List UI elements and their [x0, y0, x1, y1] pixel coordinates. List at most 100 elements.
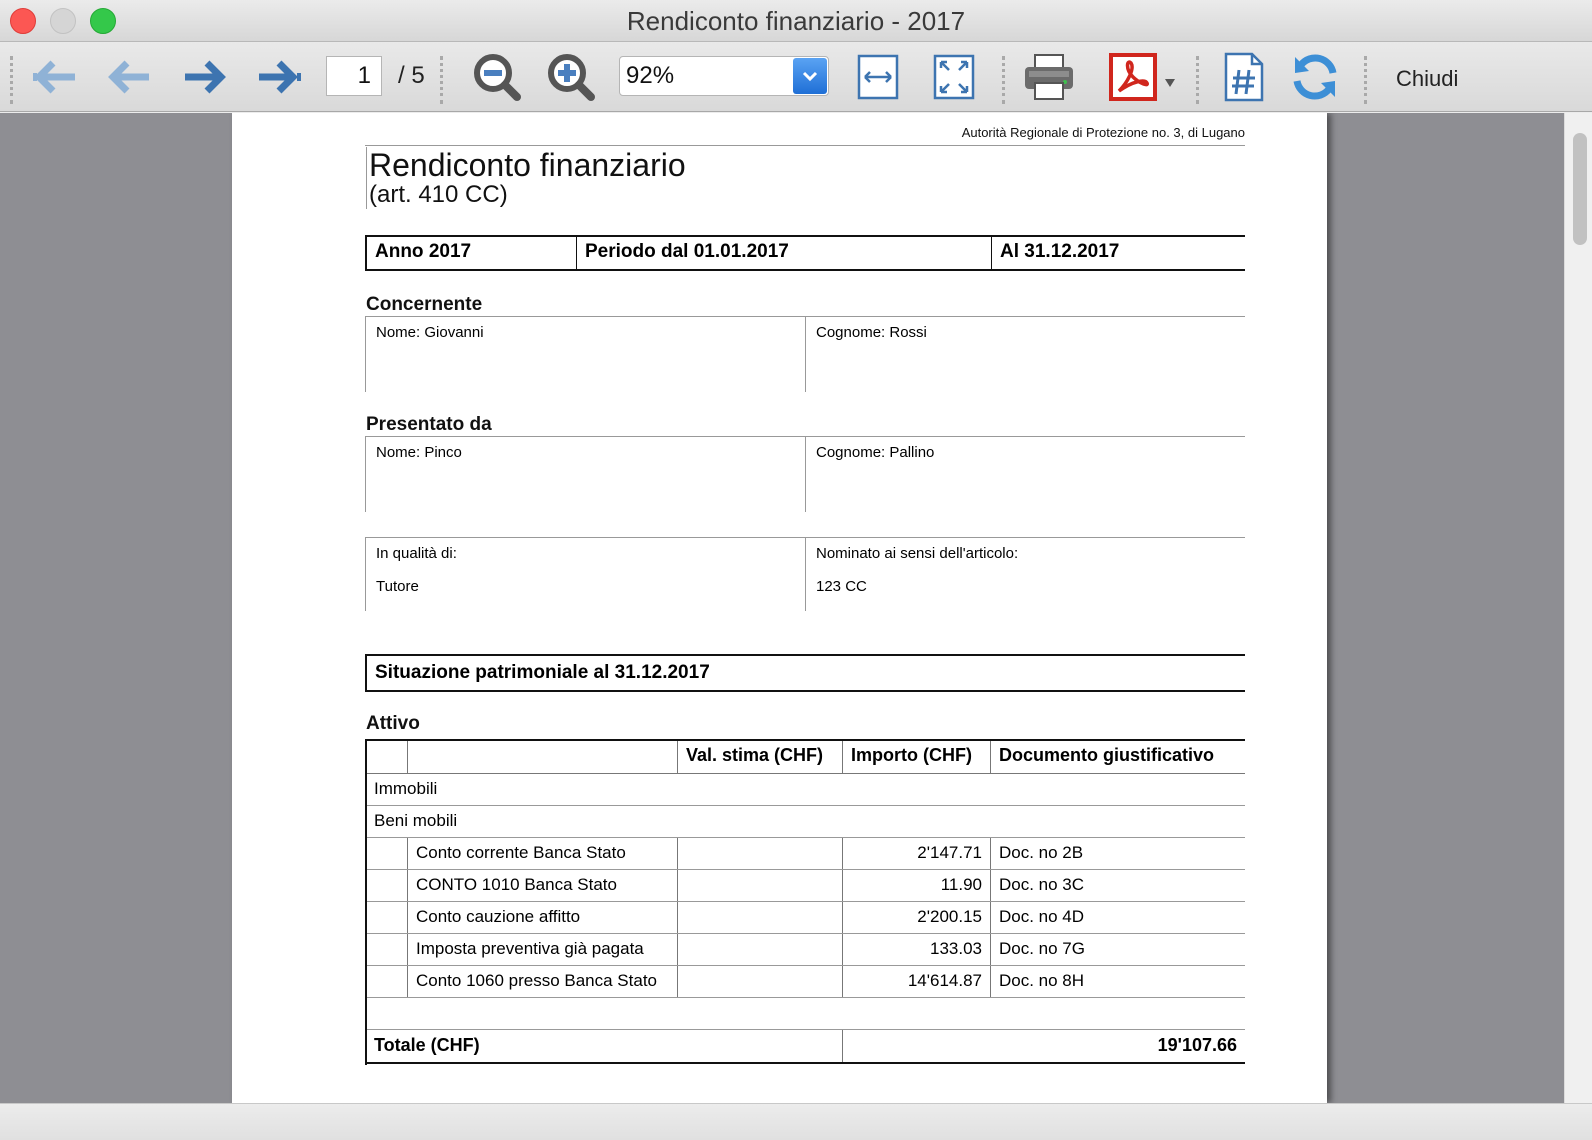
toolbar-separator: [1196, 56, 1200, 104]
qualita-grid: In qualità di: Tutore Nominato ai sensi …: [365, 537, 1245, 611]
row-doc: Doc. no 4D: [990, 901, 1245, 934]
document-page: Autorità Regionale di Protezione no. 3, …: [232, 113, 1327, 1103]
column-header: [365, 739, 408, 774]
scrollbar-thumb[interactable]: [1573, 133, 1587, 245]
refresh-button[interactable]: [1288, 52, 1342, 102]
situazione-heading: Situazione patrimoniale al 31.12.2017: [375, 662, 710, 683]
row-stima: [677, 901, 843, 934]
page-number-button[interactable]: [1222, 52, 1266, 102]
zoom-select[interactable]: 92%: [619, 56, 829, 96]
column-header-stima: Val. stima (CHF): [677, 739, 843, 774]
attivo-table: Val. stima (CHF) Importo (CHF) Documento…: [365, 739, 1245, 1064]
page-total-label: / 5: [398, 62, 425, 89]
last-page-button[interactable]: [254, 52, 306, 102]
previous-page-button[interactable]: [104, 52, 154, 102]
document-title: Rendiconto finanziario: [366, 147, 686, 183]
last-page-icon: [259, 60, 301, 94]
header-divider: [365, 145, 1245, 146]
concernente-grid: Nome: Giovanni Cognome: Rossi: [365, 316, 1245, 392]
zoom-value: 92%: [626, 62, 675, 89]
toolbar: 1 / 5 92% Chiudi: [0, 42, 1592, 112]
close-button[interactable]: Chiudi: [1396, 66, 1458, 92]
page-number-icon: [1224, 52, 1264, 102]
previous-page-icon: [108, 60, 149, 94]
qualita-col: In qualità di: Tutore: [365, 538, 805, 611]
pdf-icon: [1109, 53, 1175, 101]
concernente-nome: Nome: Giovanni: [365, 317, 805, 392]
total-row: Totale (CHF) 19'107.66: [365, 1029, 1245, 1064]
presentato-grid: Nome: Pinco Cognome: Pallino: [365, 436, 1245, 512]
table-row: Beni mobili: [365, 805, 1245, 838]
zoom-out-icon: [474, 54, 521, 101]
page-number-input[interactable]: 1: [326, 56, 382, 96]
next-page-button[interactable]: [180, 52, 230, 102]
row-stima: [677, 965, 843, 998]
period-to: Al 31.12.2017: [1000, 241, 1120, 262]
row-stima: [677, 837, 843, 870]
fit-page-icon: [933, 54, 975, 100]
category-immobili: Immobili: [365, 773, 1245, 806]
zoom-in-button[interactable]: [544, 52, 598, 102]
row-doc: Doc. no 7G: [990, 933, 1245, 966]
row-importo: 2'147.71: [842, 837, 991, 870]
column-header-documento: Documento giustificativo: [990, 739, 1245, 774]
table-row: Conto cauzione affitto 2'200.15 Doc. no …: [365, 901, 1245, 934]
zoom-in-icon: [548, 54, 595, 101]
vertical-scrollbar[interactable]: [1564, 113, 1592, 1103]
pdf-viewer-window: Rendiconto finanziario - 2017 1 / 5 92% …: [0, 0, 1592, 1140]
concernente-heading: Concernente: [366, 294, 483, 315]
row-stima: [677, 869, 843, 902]
presentato-nome: Nome: Pinco: [365, 437, 805, 512]
row-importo: 14'614.87: [842, 965, 991, 998]
column-header-importo: Importo (CHF): [842, 739, 991, 774]
table-row-empty: [365, 997, 1245, 1030]
document-subtitle: (art. 410 CC): [366, 181, 508, 209]
first-page-button[interactable]: [30, 52, 80, 102]
total-label: Totale (CHF): [365, 1029, 843, 1064]
table-row: Imposta preventiva già pagata 133.03 Doc…: [365, 933, 1245, 966]
row-desc: Conto corrente Banca Stato: [407, 837, 678, 870]
fit-width-icon: [857, 54, 899, 100]
row-desc: Conto cauzione affitto: [407, 901, 678, 934]
zoom-out-button[interactable]: [470, 52, 524, 102]
document-viewport[interactable]: Autorità Regionale di Protezione no. 3, …: [0, 113, 1592, 1103]
fit-page-button[interactable]: [932, 52, 976, 102]
refresh-icon: [1293, 54, 1337, 100]
row-importo: 2'200.15: [842, 901, 991, 934]
column-header: [407, 739, 678, 774]
export-pdf-button[interactable]: [1108, 52, 1182, 102]
print-icon: [1025, 54, 1073, 100]
chevron-down-icon[interactable]: [793, 58, 827, 94]
fit-width-button[interactable]: [856, 52, 900, 102]
period-from: Periodo dal 01.01.2017: [577, 237, 992, 269]
next-page-icon: [185, 60, 226, 94]
row-importo: 133.03: [842, 933, 991, 966]
title-bar: Rendiconto finanziario - 2017: [0, 0, 1592, 42]
attivo-heading: Attivo: [366, 713, 420, 734]
first-page-icon: [33, 60, 75, 94]
row-desc: CONTO 1010 Banca Stato: [407, 869, 678, 902]
authority-header: Autorità Regionale di Protezione no. 3, …: [961, 125, 1245, 140]
concernente-cognome: Cognome: Rossi: [805, 317, 1245, 392]
toolbar-separator: [1364, 56, 1368, 104]
table-row: Conto 1060 presso Banca Stato 14'614.87 …: [365, 965, 1245, 998]
row-doc: Doc. no 8H: [990, 965, 1245, 998]
row-doc: Doc. no 3C: [990, 869, 1245, 902]
presentato-cognome: Cognome: Pallino: [805, 437, 1245, 512]
situazione-box: Situazione patrimoniale al 31.12.2017: [365, 654, 1245, 692]
print-button[interactable]: [1022, 52, 1076, 102]
table-header-row: Val. stima (CHF) Importo (CHF) Documento…: [365, 739, 1245, 774]
toolbar-separator: [1002, 56, 1006, 104]
row-doc: Doc. no 2B: [990, 837, 1245, 870]
period-box: Anno 2017 Periodo dal 01.01.2017 Al 31.1…: [365, 235, 1245, 271]
row-stima: [677, 933, 843, 966]
presentato-heading: Presentato da: [366, 414, 492, 435]
qualita-value: Tutore: [376, 578, 419, 595]
qualita-label: In qualità di:: [376, 545, 457, 562]
total-value: 19'107.66: [842, 1029, 1245, 1064]
table-row: Immobili: [365, 773, 1245, 806]
status-bar: [0, 1103, 1592, 1140]
articolo-col: Nominato ai sensi dell'articolo: 123 CC: [805, 538, 1245, 611]
toolbar-separator: [10, 56, 14, 104]
window-title: Rendiconto finanziario - 2017: [626, 6, 966, 36]
